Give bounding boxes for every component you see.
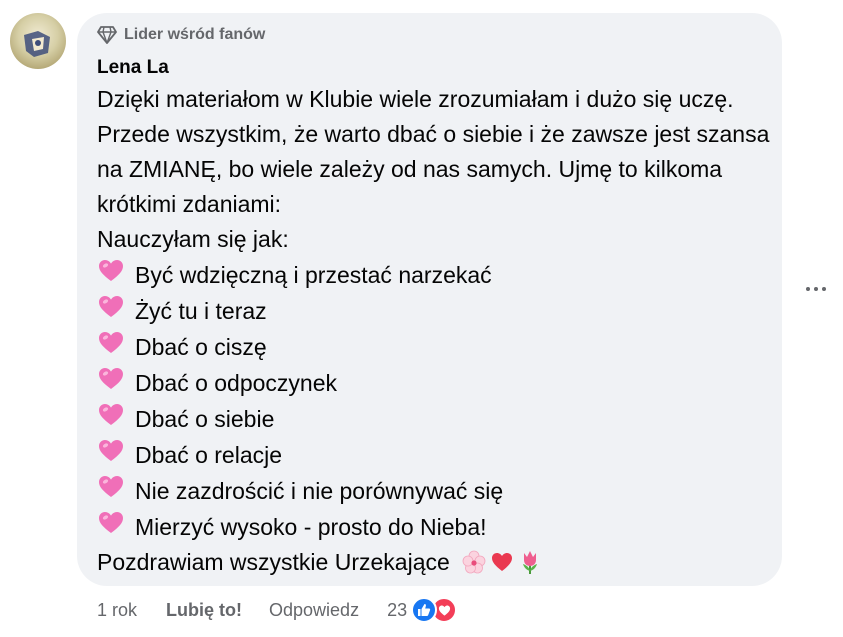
pink-heart-icon xyxy=(97,401,125,437)
cherry-blossom-icon xyxy=(462,550,486,574)
closing-text: Pozdrawiam wszystkie Urzekające xyxy=(97,549,450,575)
avatar[interactable] xyxy=(10,13,66,69)
list-item-text: Dbać o odpoczynek xyxy=(135,369,338,396)
comment-author[interactable]: Lena La xyxy=(97,57,169,79)
closing-emojis xyxy=(462,549,542,575)
list-item-text: Nie zazdrościć i nie porównywać się xyxy=(135,477,504,504)
badge-label: Lider wśród fanów xyxy=(124,26,266,43)
list-item: Dbać o odpoczynek xyxy=(97,365,777,401)
pink-heart-icon xyxy=(97,509,125,545)
pink-heart-icon xyxy=(97,473,125,509)
list-header: Nauczyłam się jak: xyxy=(97,226,289,252)
more-options-button[interactable] xyxy=(806,287,826,291)
reactions-summary[interactable] xyxy=(411,597,458,623)
more-options-dot xyxy=(822,287,826,291)
list-item: Żyć tu i teraz xyxy=(97,293,777,329)
pink-heart-icon xyxy=(97,293,125,329)
reply-button[interactable]: Odpowiedz xyxy=(269,600,359,621)
love-icon xyxy=(438,604,450,616)
list-item: Mierzyć wysoko - prosto do Nieba! xyxy=(97,509,777,545)
comment-timestamp[interactable]: 1 rok xyxy=(97,600,137,621)
comment-footer: 1 rok Lubię to! Odpowiedz 23 xyxy=(97,597,458,623)
list-item-text: Być wdzięczną i przestać narzekać xyxy=(135,261,492,288)
comment-intro: Dzięki materiałom w Klubie wiele zrozumi… xyxy=(97,86,770,217)
heart-icon xyxy=(491,553,512,571)
more-options-dot xyxy=(806,287,810,291)
list-item-text: Żyć tu i teraz xyxy=(135,297,267,324)
reaction-count[interactable]: 23 xyxy=(387,600,407,621)
comment-text: Dzięki materiałom w Klubie wiele zrozumi… xyxy=(97,82,777,580)
list-item: Być wdzięczną i przestać narzekać xyxy=(97,257,777,293)
more-options-dot xyxy=(814,287,818,291)
tulip-icon xyxy=(522,551,537,574)
list-item: Dbać o ciszę xyxy=(97,329,777,365)
list-item-text: Mierzyć wysoko - prosto do Nieba! xyxy=(135,513,487,540)
list-item: Dbać o siebie xyxy=(97,401,777,437)
avatar-image xyxy=(24,31,50,57)
heart-list: Być wdzięczną i przestać narzekać Żyć tu … xyxy=(97,257,777,545)
closing-line: Pozdrawiam wszystkie Urzekające xyxy=(97,545,777,580)
pink-heart-icon xyxy=(97,365,125,401)
pink-heart-icon xyxy=(97,257,125,293)
list-item-text: Dbać o siebie xyxy=(135,405,275,432)
list-item: Nie zazdrościć i nie porównywać się xyxy=(97,473,777,509)
list-item-text: Dbać o ciszę xyxy=(135,333,267,360)
top-fan-badge[interactable]: Lider wśród fanów xyxy=(97,26,265,44)
pink-heart-icon xyxy=(97,329,125,365)
like-reaction xyxy=(411,597,438,623)
list-item: Dbać o relacje xyxy=(97,437,777,473)
list-item-text: Dbać o relacje xyxy=(135,441,283,468)
like-icon xyxy=(418,604,431,616)
diamond-icon xyxy=(97,26,117,44)
pink-heart-icon xyxy=(97,437,125,473)
like-button[interactable]: Lubię to! xyxy=(166,600,242,621)
